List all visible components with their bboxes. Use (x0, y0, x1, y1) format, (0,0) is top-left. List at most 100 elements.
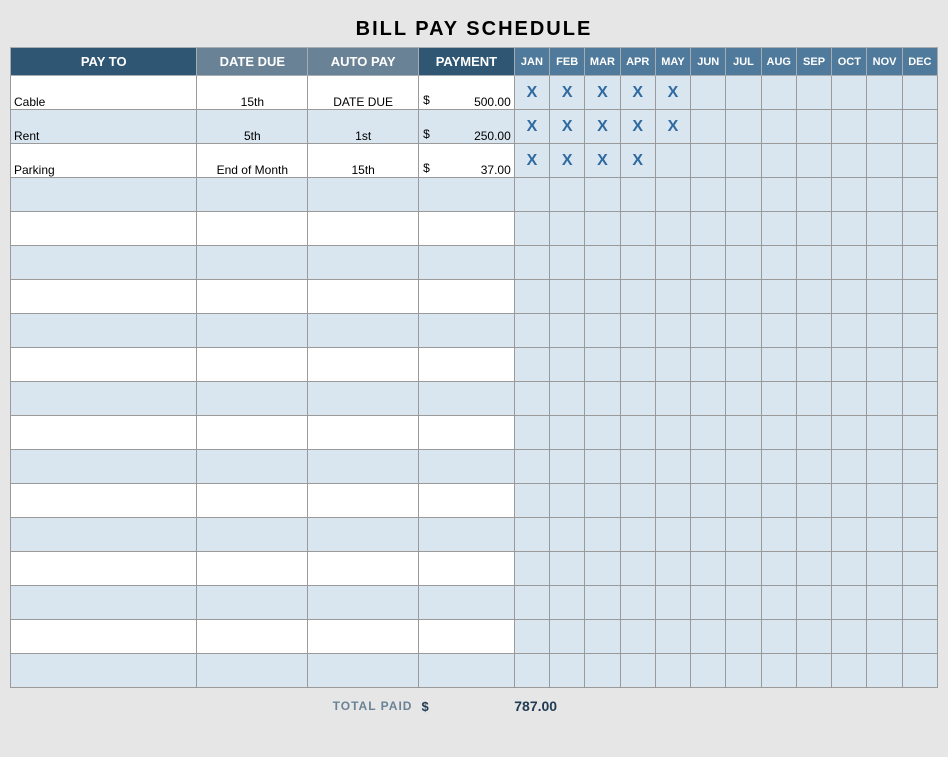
cell-payment[interactable] (419, 382, 515, 416)
cell-month[interactable] (585, 314, 620, 348)
cell-month[interactable] (514, 246, 549, 280)
cell-payment[interactable]: $250.00 (419, 110, 515, 144)
cell-month[interactable] (761, 484, 796, 518)
cell-month[interactable] (726, 212, 761, 246)
table-row[interactable] (11, 348, 938, 382)
cell-month[interactable] (867, 586, 902, 620)
cell-payment[interactable] (419, 620, 515, 654)
cell-month[interactable] (620, 382, 655, 416)
cell-month[interactable] (902, 484, 937, 518)
cell-month[interactable] (550, 314, 585, 348)
cell-auto-pay[interactable] (308, 314, 419, 348)
cell-month[interactable] (655, 654, 690, 688)
cell-month[interactable] (655, 416, 690, 450)
cell-auto-pay[interactable] (308, 450, 419, 484)
table-row[interactable] (11, 280, 938, 314)
cell-month[interactable] (585, 518, 620, 552)
cell-month[interactable] (726, 416, 761, 450)
table-row[interactable]: ParkingEnd of Month15th$37.00XXXX (11, 144, 938, 178)
cell-month[interactable] (761, 416, 796, 450)
cell-payment[interactable] (419, 416, 515, 450)
cell-payment[interactable] (419, 654, 515, 688)
cell-month[interactable] (761, 450, 796, 484)
cell-month[interactable] (691, 586, 726, 620)
table-row[interactable]: Rent5th1st$250.00XXXXX (11, 110, 938, 144)
cell-pay-to[interactable] (11, 212, 197, 246)
cell-month[interactable] (796, 76, 831, 110)
cell-month[interactable] (726, 110, 761, 144)
cell-pay-to[interactable] (11, 552, 197, 586)
cell-month[interactable] (514, 382, 549, 416)
cell-month[interactable] (514, 314, 549, 348)
cell-month[interactable] (726, 246, 761, 280)
cell-month[interactable] (796, 280, 831, 314)
cell-auto-pay[interactable]: 15th (308, 144, 419, 178)
cell-month[interactable] (726, 620, 761, 654)
cell-month[interactable] (514, 348, 549, 382)
cell-month[interactable] (902, 586, 937, 620)
cell-month[interactable] (867, 348, 902, 382)
cell-month[interactable] (832, 450, 867, 484)
cell-month[interactable] (655, 314, 690, 348)
cell-payment[interactable] (419, 178, 515, 212)
cell-auto-pay[interactable] (308, 552, 419, 586)
cell-month[interactable] (655, 246, 690, 280)
cell-month[interactable] (726, 382, 761, 416)
cell-month[interactable] (867, 144, 902, 178)
cell-month[interactable] (550, 212, 585, 246)
cell-month[interactable] (514, 484, 549, 518)
cell-date-due[interactable] (197, 416, 308, 450)
cell-month[interactable] (902, 416, 937, 450)
cell-month[interactable] (514, 654, 549, 688)
cell-month[interactable] (726, 484, 761, 518)
cell-payment[interactable] (419, 212, 515, 246)
cell-month[interactable] (585, 484, 620, 518)
cell-month[interactable] (585, 280, 620, 314)
cell-month[interactable] (620, 314, 655, 348)
cell-month[interactable] (726, 586, 761, 620)
cell-month[interactable] (691, 450, 726, 484)
cell-month[interactable] (691, 280, 726, 314)
cell-month[interactable] (761, 586, 796, 620)
cell-month[interactable] (902, 348, 937, 382)
cell-auto-pay[interactable] (308, 178, 419, 212)
cell-date-due[interactable]: 15th (197, 76, 308, 110)
cell-month[interactable] (832, 178, 867, 212)
cell-month[interactable]: X (550, 144, 585, 178)
cell-month[interactable] (655, 178, 690, 212)
cell-month[interactable] (867, 518, 902, 552)
cell-month[interactable] (550, 416, 585, 450)
table-row[interactable] (11, 518, 938, 552)
cell-auto-pay[interactable] (308, 620, 419, 654)
cell-pay-to[interactable]: Rent (11, 110, 197, 144)
cell-month[interactable] (514, 212, 549, 246)
cell-month[interactable] (867, 246, 902, 280)
cell-month[interactable] (620, 212, 655, 246)
cell-month[interactable] (902, 144, 937, 178)
cell-pay-to[interactable] (11, 314, 197, 348)
cell-month[interactable] (902, 518, 937, 552)
cell-month[interactable] (550, 246, 585, 280)
cell-month[interactable] (796, 110, 831, 144)
cell-month[interactable] (761, 348, 796, 382)
cell-month[interactable] (726, 654, 761, 688)
cell-auto-pay[interactable] (308, 212, 419, 246)
cell-date-due[interactable]: End of Month (197, 144, 308, 178)
cell-auto-pay[interactable] (308, 586, 419, 620)
cell-month[interactable] (761, 280, 796, 314)
cell-month[interactable] (550, 552, 585, 586)
cell-pay-to[interactable] (11, 246, 197, 280)
cell-payment[interactable] (419, 552, 515, 586)
cell-date-due[interactable] (197, 246, 308, 280)
cell-month[interactable]: X (585, 144, 620, 178)
cell-date-due[interactable] (197, 212, 308, 246)
cell-month[interactable] (796, 450, 831, 484)
cell-date-due[interactable] (197, 552, 308, 586)
cell-month[interactable] (867, 280, 902, 314)
cell-month[interactable] (832, 348, 867, 382)
cell-month[interactable] (796, 620, 831, 654)
cell-month[interactable] (655, 212, 690, 246)
table-row[interactable] (11, 552, 938, 586)
cell-month[interactable] (867, 484, 902, 518)
cell-payment[interactable]: $37.00 (419, 144, 515, 178)
